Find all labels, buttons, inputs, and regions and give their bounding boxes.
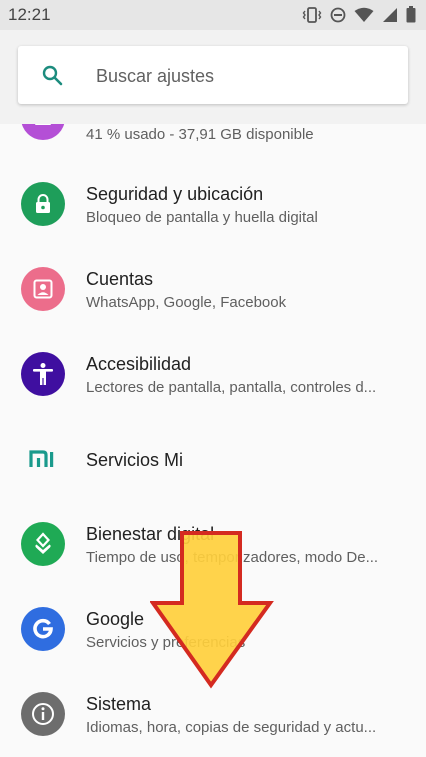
battery-icon [406, 6, 416, 23]
lock-icon [21, 182, 65, 226]
accessibility-icon [21, 352, 65, 396]
search-area [0, 30, 426, 124]
do-not-disturb-icon [330, 7, 346, 22]
account-box-icon [21, 267, 65, 311]
google-title: Google [86, 609, 145, 629]
status-icons [302, 6, 416, 23]
vibrate-icon [302, 6, 322, 23]
settings-item-accounts[interactable]: Cuentas WhatsApp, Google, Facebook [0, 249, 426, 334]
storage-subtitle: 41 % usado - 37,91 GB disponible [86, 126, 314, 143]
mi-logo-icon [21, 437, 65, 481]
accounts-title: Cuentas [86, 269, 154, 289]
down-arrow-icon [150, 531, 274, 689]
storage-icon [21, 124, 65, 140]
settings-item-security[interactable]: Seguridad y ubicación Bloqueo de pantall… [0, 164, 426, 249]
search-input[interactable] [94, 46, 398, 106]
settings-item-mi-services[interactable]: Servicios Mi [0, 419, 426, 504]
status-time: 12:21 [8, 5, 51, 24]
wellbeing-icon [21, 522, 65, 566]
security-subtitle: Bloqueo de pantalla y huella digital [86, 209, 318, 226]
accessibility-subtitle: Lectores de pantalla, pantalla, controle… [86, 379, 377, 396]
search-bar[interactable] [18, 46, 408, 106]
search-icon[interactable] [40, 63, 64, 87]
system-title: Sistema [86, 694, 152, 714]
wifi-icon [354, 7, 374, 22]
security-title: Seguridad y ubicación [86, 184, 264, 204]
status-bar: 12:21 [0, 0, 426, 30]
google-icon [21, 607, 65, 651]
accessibility-title: Accesibilidad [86, 354, 192, 374]
settings-item-accessibility[interactable]: Accesibilidad Lectores de pantalla, pant… [0, 334, 426, 419]
info-icon [21, 692, 65, 736]
accounts-subtitle: WhatsApp, Google, Facebook [86, 294, 287, 311]
mi-services-title: Servicios Mi [86, 450, 184, 470]
system-subtitle: Idiomas, hora, copias de seguridad y act… [86, 719, 377, 736]
signal-icon [383, 7, 397, 22]
